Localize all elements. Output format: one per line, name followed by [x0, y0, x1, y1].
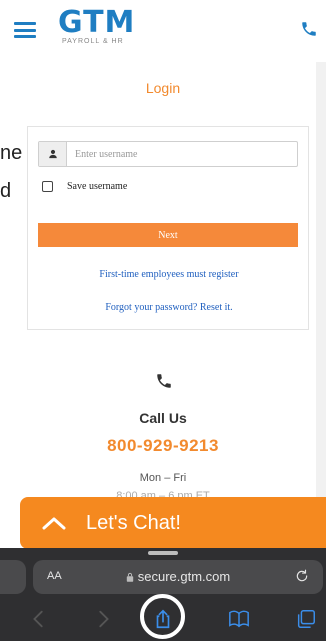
hamburger-icon[interactable] [14, 22, 36, 38]
username-field [38, 141, 298, 167]
bookmarks-icon[interactable] [228, 608, 250, 630]
reload-icon[interactable] [295, 569, 309, 583]
site-header: GTM PAYROLL & HR [0, 0, 326, 62]
lock-icon [126, 572, 133, 582]
overlay-text-fragment: ne [0, 142, 23, 164]
page: GTM PAYROLL & HR ne d Login Save usernam… [0, 0, 326, 641]
share-icon[interactable] [152, 608, 174, 630]
login-card: Save username Next First-time employees … [27, 126, 309, 330]
forward-icon[interactable] [92, 608, 114, 630]
tabs-icon[interactable] [295, 608, 317, 630]
phone-number-link[interactable]: 800-929-9213 [0, 436, 326, 456]
browser-toolbar: AA secure.gtm.com [0, 548, 326, 641]
logo-text: GTM [58, 5, 136, 40]
chevron-up-icon [42, 517, 66, 530]
overlay-text-fragment: d [0, 180, 12, 202]
user-icon [39, 142, 67, 166]
chat-label: Let's Chat! [86, 511, 181, 534]
tab-bar-handle[interactable] [148, 551, 178, 555]
previous-tab-stub[interactable] [0, 560, 26, 594]
forgot-password-link[interactable]: Forgot your password? Reset it. [28, 302, 310, 313]
phone-icon [157, 374, 171, 388]
url-text: secure.gtm.com [33, 569, 323, 584]
save-username-checkbox[interactable] [42, 181, 53, 192]
gtm-logo[interactable]: GTM PAYROLL & HR [58, 5, 136, 46]
call-us-heading: Call Us [139, 410, 187, 426]
back-icon[interactable] [28, 608, 50, 630]
next-button[interactable]: Next [38, 223, 298, 247]
save-username-row[interactable]: Save username [42, 181, 127, 192]
url-value: secure.gtm.com [137, 569, 231, 584]
username-input[interactable] [67, 142, 297, 166]
login-title: Login [145, 80, 181, 96]
register-link[interactable]: First-time employees must register [28, 269, 310, 280]
hours-days: Mon – Fri [139, 472, 187, 484]
save-username-label: Save username [67, 181, 128, 192]
address-bar[interactable]: AA secure.gtm.com [33, 560, 323, 594]
chat-button[interactable]: Let's Chat! [20, 497, 326, 549]
browser-bottom-toolbar [0, 594, 326, 640]
phone-icon[interactable] [300, 20, 318, 38]
